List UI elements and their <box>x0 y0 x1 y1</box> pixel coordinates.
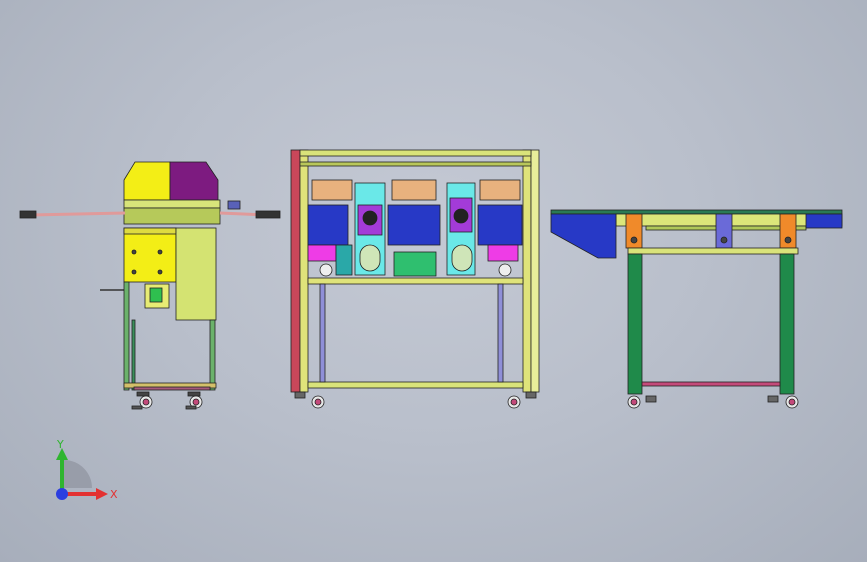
caster-hub <box>510 398 518 406</box>
caster-hub <box>788 398 796 406</box>
conveyor-leg <box>779 253 795 395</box>
foot <box>525 391 537 399</box>
inner-post <box>497 283 504 383</box>
coordinate-triad[interactable]: Y X <box>40 440 120 510</box>
conveyor-leg <box>627 253 643 395</box>
left-bottom-bar-2 <box>133 386 211 391</box>
assembly-drawing[interactable] <box>0 0 867 562</box>
y-axis-label: Y <box>56 440 64 451</box>
caster-hub <box>314 398 322 406</box>
inner-post <box>319 283 326 383</box>
caster <box>131 391 153 410</box>
arm-knob <box>227 200 241 210</box>
conveyor-rail <box>627 247 799 255</box>
blue-hopper <box>550 213 617 259</box>
left-side-panel <box>175 227 217 321</box>
left-green-inner <box>149 287 163 303</box>
center-post-right-2 <box>530 149 540 393</box>
roller <box>319 263 333 277</box>
left-arm-end <box>19 210 37 219</box>
column-dial <box>362 210 378 226</box>
foot <box>767 395 779 403</box>
green-block <box>393 251 437 277</box>
bracket-bolt <box>784 236 792 244</box>
right-conveyor[interactable] <box>550 209 843 409</box>
column-dial <box>453 208 469 224</box>
peach-block <box>391 179 437 201</box>
teal-block <box>335 244 353 276</box>
top-rail <box>299 149 532 157</box>
x-axis-arrow <box>96 488 108 500</box>
left-arm-rod <box>29 211 126 217</box>
blue-block <box>477 204 523 246</box>
bolt <box>157 249 163 255</box>
triad-arc <box>64 460 92 488</box>
column-window <box>359 244 381 272</box>
left-leg <box>123 281 130 391</box>
foot <box>645 395 657 403</box>
magenta-block <box>307 244 337 262</box>
magenta-block <box>487 244 519 262</box>
caster-hub <box>630 398 638 406</box>
mid-table <box>307 277 524 285</box>
left-hood-purple <box>169 161 219 201</box>
foot <box>294 391 306 399</box>
conveyor-bottom-rail <box>641 381 781 387</box>
left-band-1 <box>123 199 221 209</box>
x-axis-label: X <box>110 488 118 501</box>
belt-end <box>805 213 843 229</box>
peach-block <box>479 179 521 201</box>
center-post-left-2 <box>299 149 309 393</box>
left-feeder-machine[interactable] <box>19 161 281 410</box>
z-axis-dot <box>56 488 68 500</box>
bracket-bolt <box>630 236 638 244</box>
center-post-left <box>290 149 301 393</box>
right-arm-end <box>255 210 281 219</box>
bracket-bolt <box>720 236 728 244</box>
bottom-rail <box>307 381 524 389</box>
top-rail-2 <box>299 161 532 167</box>
caster <box>185 391 203 410</box>
blue-block <box>307 204 349 246</box>
bolt <box>157 269 163 275</box>
cad-viewport[interactable]: Y X <box>0 0 867 562</box>
center-post-right <box>522 149 532 393</box>
left-yellow-panel <box>123 227 177 283</box>
left-leg <box>209 319 216 391</box>
roller <box>498 263 512 277</box>
center-process-station[interactable] <box>290 149 540 409</box>
blue-block <box>387 204 441 246</box>
left-leg-inner <box>131 319 136 391</box>
peach-block <box>311 179 353 201</box>
left-band-2 <box>123 207 221 225</box>
left-hood-yellow <box>123 161 171 201</box>
column-window <box>451 244 473 272</box>
bolt <box>131 249 137 255</box>
bolt <box>131 269 137 275</box>
left-yellow-strip <box>123 227 177 235</box>
belt-top <box>550 209 843 215</box>
